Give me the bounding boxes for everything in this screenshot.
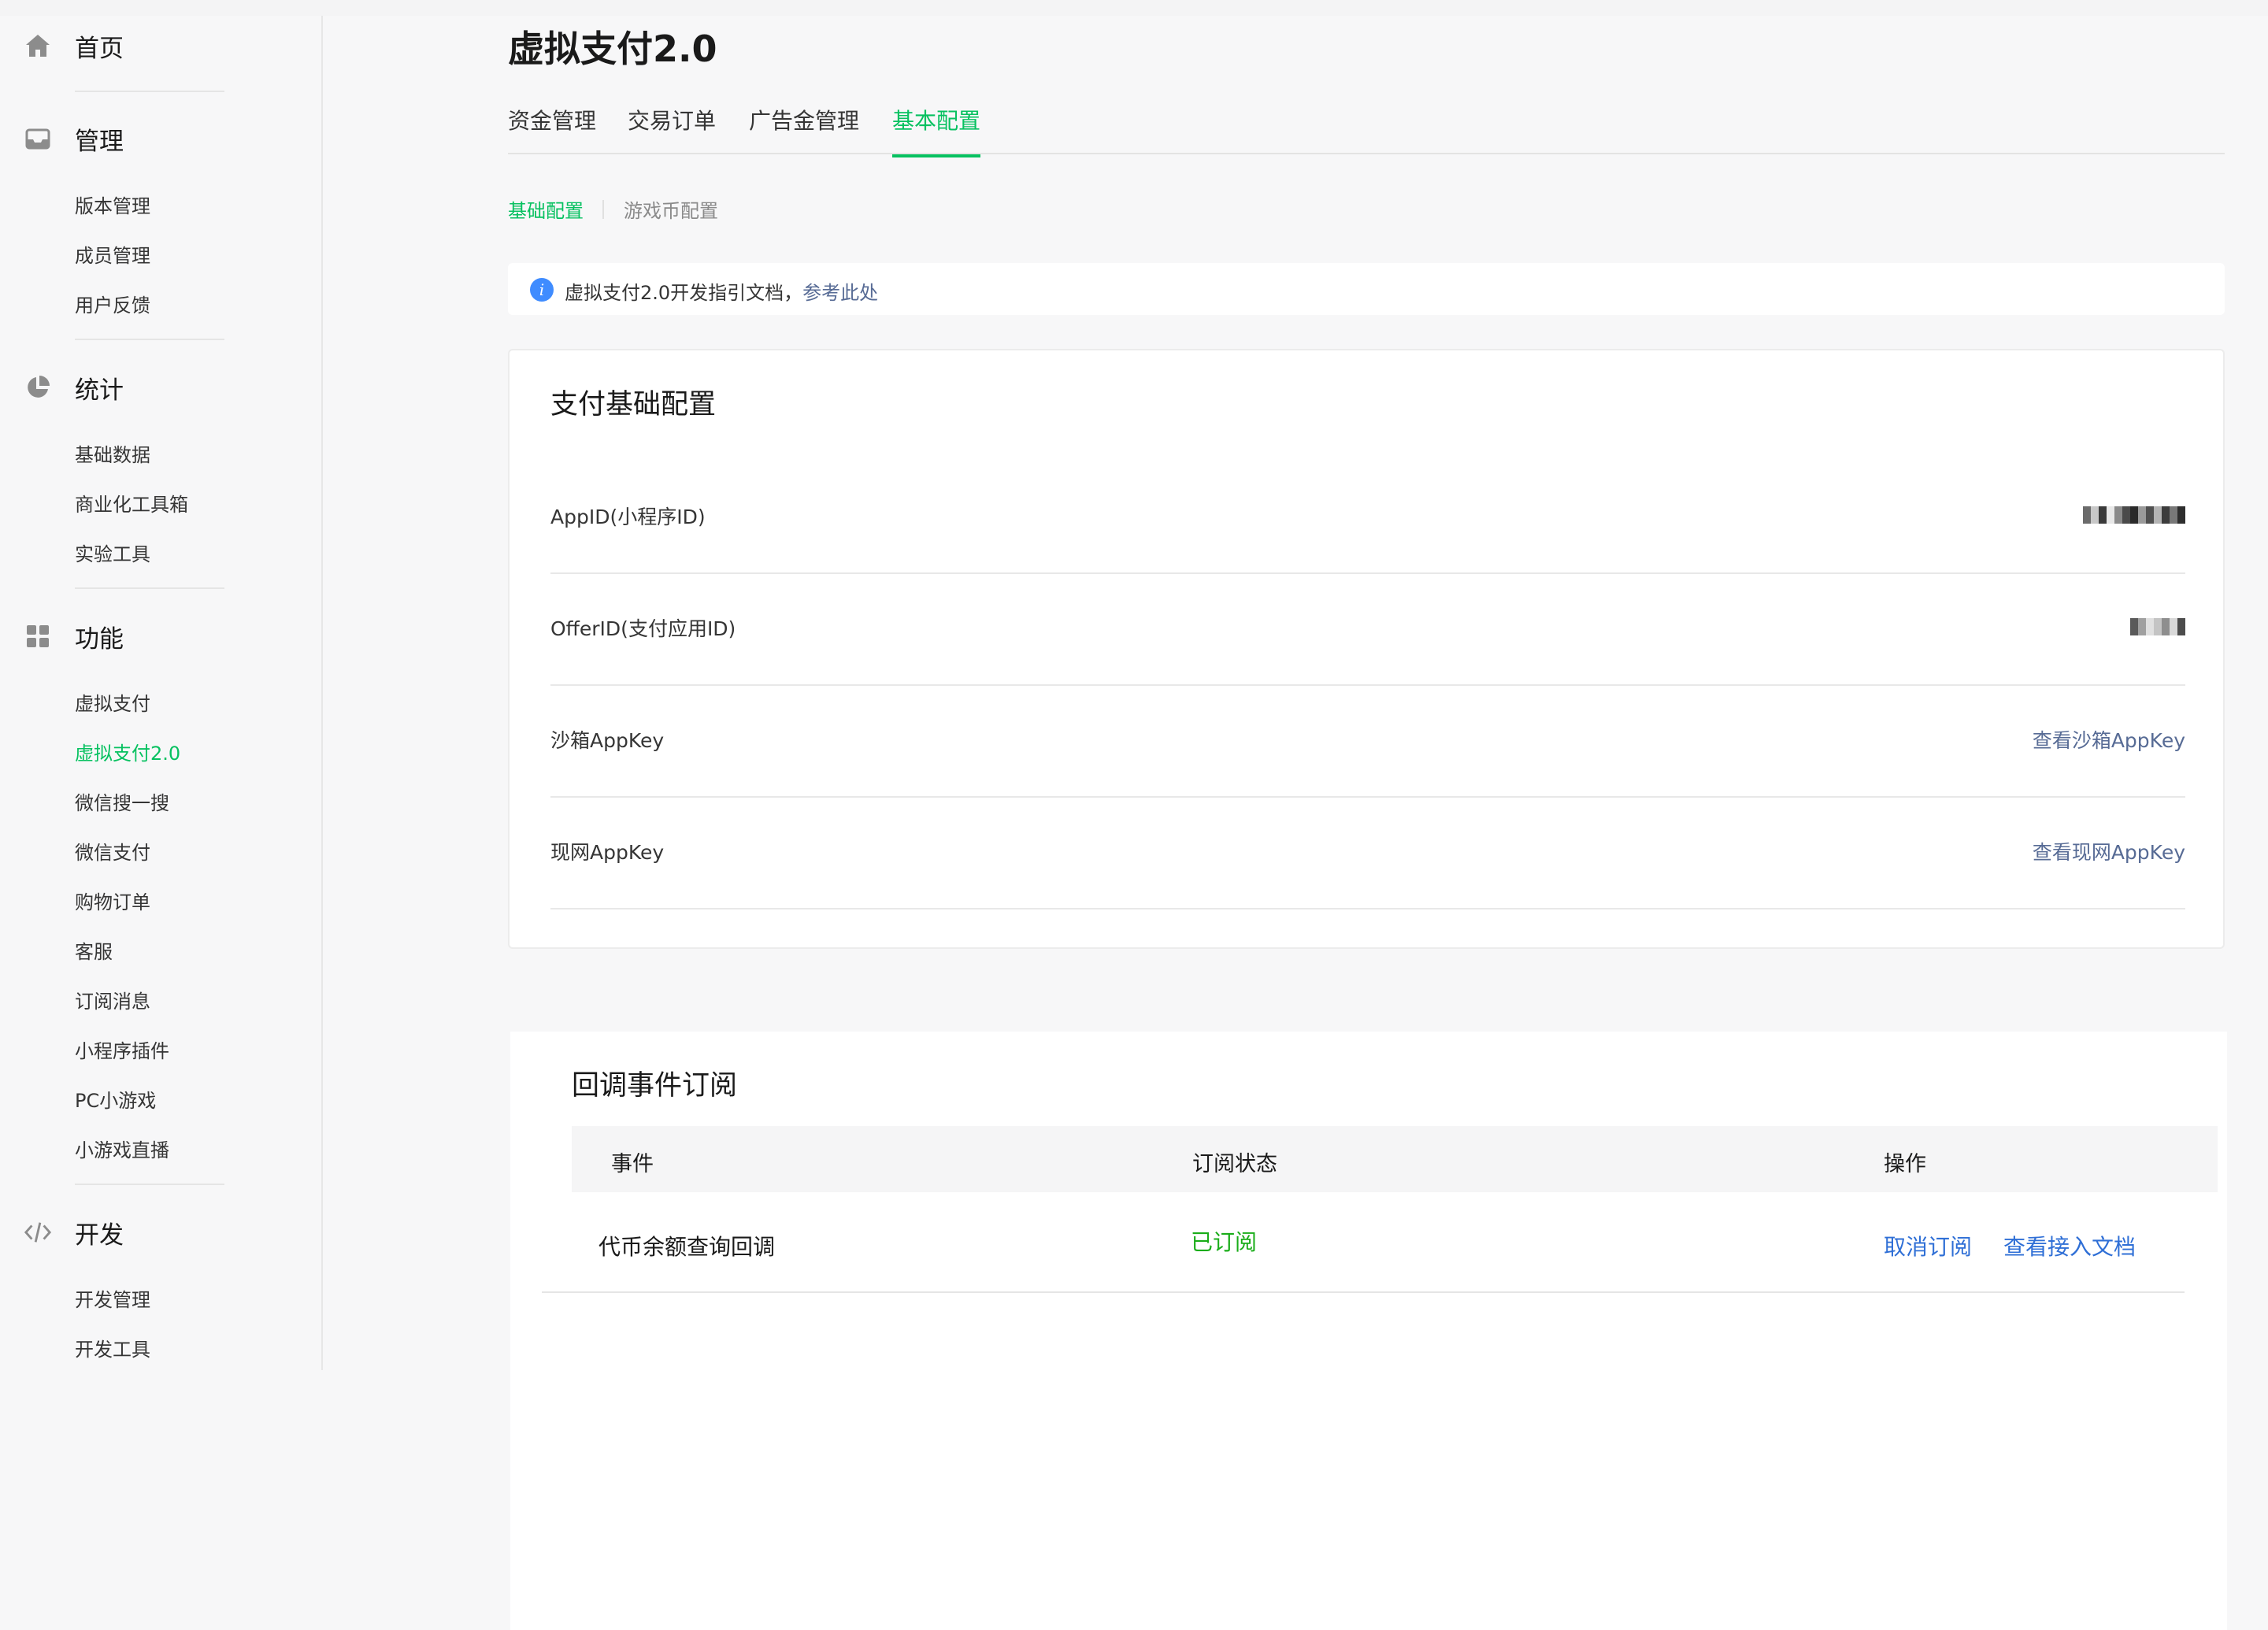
table-header: 事件 订阅状态 操作	[572, 1126, 2218, 1192]
callback-subscription-card: 回调事件订阅 事件 订阅状态 操作 代币余额查询回调 已订阅 取消订阅 查看接入…	[510, 1032, 2227, 1630]
top-strip	[0, 0, 2268, 16]
view-sandbox-appkey-link[interactable]: 查看沙箱AppKey	[2033, 725, 2185, 754]
sidebar-item-plugins[interactable]: 小程序插件	[75, 1035, 169, 1067]
table-row: 代币余额查询回调 已订阅 取消订阅 查看接入文档	[542, 1192, 2185, 1293]
pay-config-title: 支付基础配置	[550, 389, 717, 420]
config-row-live-appkey: 现网AppKey 查看现网AppKey	[550, 798, 2185, 909]
sidebar-item-game-live[interactable]: 小游戏直播	[75, 1135, 169, 1166]
config-key: 沙箱AppKey	[550, 729, 665, 752]
sidebar-item-basic-data[interactable]: 基础数据	[75, 439, 150, 471]
config-key: AppID(小程序ID)	[550, 506, 706, 528]
info-icon: i	[530, 278, 554, 302]
sidebar-section-title: 管理	[75, 127, 124, 156]
sidebar-divider	[75, 587, 224, 589]
sidebar-section-manage[interactable]: 管理	[0, 115, 236, 162]
sidebar-item-shopping-orders[interactable]: 购物订单	[75, 887, 150, 918]
tab-bar: 资金管理 交易订单 广告金管理 基本配置	[508, 104, 2225, 157]
sidebar-section-dev[interactable]: 开发	[0, 1209, 236, 1256]
notice-text: 虚拟支付2.0开发指引文档，参考此处	[565, 277, 878, 305]
sidebar-item-subscribe-msg[interactable]: 订阅消息	[75, 986, 150, 1017]
sidebar-item-wechat-search[interactable]: 微信搜一搜	[75, 787, 169, 819]
subtab-coin-config[interactable]: 游戏币配置	[624, 195, 718, 223]
status-badge: 已订阅	[1191, 1229, 1258, 1255]
inbox-icon	[24, 124, 52, 153]
sidebar-item-experiment[interactable]: 实验工具	[75, 539, 150, 570]
sidebar-divider	[75, 91, 224, 92]
tab-basic-config[interactable]: 基本配置	[892, 104, 981, 157]
pay-config-card: 支付基础配置 AppID(小程序ID) OfferID(支付应用ID) 沙箱Ap…	[508, 349, 2225, 949]
page-title: 虚拟支付2.0	[508, 28, 717, 70]
sidebar-divider	[75, 1184, 224, 1185]
sidebar-section-stats[interactable]: 统计	[0, 364, 236, 411]
pie-chart-icon	[24, 373, 52, 402]
sidebar-item-version[interactable]: 版本管理	[75, 191, 150, 222]
sidebar-section-title: 统计	[75, 376, 124, 405]
sidebar-item-feedback[interactable]: 用户反馈	[75, 290, 150, 321]
unsubscribe-link[interactable]: 取消订阅	[1884, 1230, 1972, 1261]
sidebar-section-home[interactable]: 首页	[0, 22, 236, 69]
sidebar-item-dev-manage[interactable]: 开发管理	[75, 1284, 150, 1316]
tab-orders[interactable]: 交易订单	[628, 104, 716, 154]
config-row-sandbox-appkey: 沙箱AppKey 查看沙箱AppKey	[550, 686, 2185, 798]
sidebar-item-virtual-pay[interactable]: 虚拟支付	[75, 688, 150, 720]
sidebar-item-pc-game[interactable]: PC小游戏	[75, 1085, 156, 1117]
view-doc-link[interactable]: 查看接入文档	[2003, 1230, 2136, 1261]
sidebar-section-title: 功能	[75, 624, 124, 654]
callback-title: 回调事件订阅	[572, 1070, 738, 1102]
sidebar-item-virtual-pay-2[interactable]: 虚拟支付2.0	[75, 738, 180, 769]
column-header-action: 操作	[1884, 1152, 1926, 1176]
sidebar-nav: 首页 管理 版本管理 成员管理 用户反馈 统计 基础数据 商业化工具箱 实验工具…	[0, 16, 323, 1370]
home-icon	[24, 31, 52, 60]
subtab-divider	[602, 200, 604, 219]
config-row-offerid: OfferID(支付应用ID)	[550, 574, 2185, 686]
subtab-basic-config[interactable]: 基础配置	[508, 195, 584, 223]
config-row-appid: AppID(小程序ID)	[550, 462, 2185, 574]
sidebar-section-features[interactable]: 功能	[0, 613, 236, 660]
sidebar-divider	[75, 339, 224, 340]
tab-funds[interactable]: 资金管理	[508, 104, 596, 154]
notice-message: 虚拟支付2.0开发指引文档，	[565, 282, 803, 304]
sidebar-item-members[interactable]: 成员管理	[75, 240, 150, 272]
config-key: 现网AppKey	[550, 841, 665, 864]
sidebar-item-dev-tools[interactable]: 开发工具	[75, 1334, 150, 1365]
tab-ad-funds[interactable]: 广告金管理	[749, 104, 859, 154]
column-header-event: 事件	[611, 1152, 654, 1176]
grid-icon	[24, 622, 52, 650]
config-key: OfferID(支付应用ID)	[550, 617, 736, 640]
sidebar-item-commerce-toolbox[interactable]: 商业化工具箱	[75, 489, 188, 520]
obscured-value	[2130, 618, 2185, 635]
sidebar-section-title: 开发	[75, 1221, 124, 1250]
event-name: 代币余额查询回调	[598, 1234, 776, 1260]
sidebar-section-title: 首页	[75, 34, 124, 63]
obscured-value	[2083, 506, 2185, 524]
view-live-appkey-link[interactable]: 查看现网AppKey	[2033, 837, 2185, 865]
sidebar-item-wechat-pay[interactable]: 微信支付	[75, 837, 150, 869]
code-icon	[24, 1218, 52, 1247]
info-notice: i 虚拟支付2.0开发指引文档，参考此处	[508, 263, 2225, 315]
sidebar-item-customer-service[interactable]: 客服	[75, 936, 113, 968]
notice-doc-link[interactable]: 参考此处	[802, 282, 878, 304]
column-header-status: 订阅状态	[1192, 1152, 1277, 1176]
